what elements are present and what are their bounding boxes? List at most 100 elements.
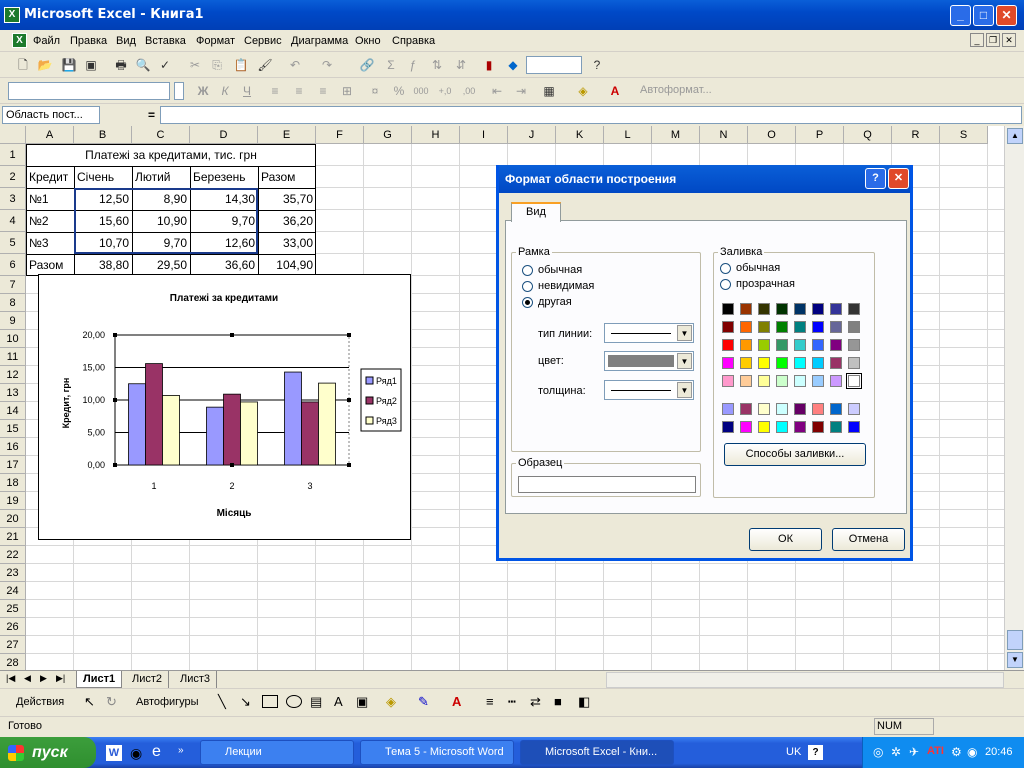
color-swatch[interactable] <box>830 321 842 333</box>
bar-Ряд2-1[interactable] <box>145 363 163 466</box>
table-cell[interactable]: 38,80 <box>74 254 132 276</box>
color-swatch[interactable] <box>812 403 824 415</box>
color-swatch[interactable] <box>848 303 860 315</box>
border-normal-label[interactable]: обычная <box>538 264 582 276</box>
align-right-icon[interactable]: ≡ <box>314 82 332 100</box>
column-header-N[interactable]: N <box>700 126 748 144</box>
selection-handle[interactable] <box>113 398 117 402</box>
fill-transparent-label[interactable]: прозрачная <box>736 278 795 290</box>
y-tick-label[interactable]: 0,00 <box>87 460 105 470</box>
column-header-O[interactable]: O <box>748 126 796 144</box>
3d-icon[interactable]: ◧ <box>578 694 590 710</box>
row-header-9[interactable]: 9 <box>0 312 26 330</box>
row-header-27[interactable]: 27 <box>0 636 26 654</box>
chart-svg[interactable]: Платежі за кредитами Кредит, грн Місяць … <box>39 275 410 539</box>
table-cell[interactable]: 12,60 <box>190 232 258 254</box>
paste-icon[interactable]: 📋 <box>232 56 250 74</box>
scroll-up-button[interactable]: ▲ <box>1007 128 1023 144</box>
chart-x-axis-label[interactable]: Місяць <box>217 508 252 519</box>
tab-view[interactable]: Вид <box>511 202 561 222</box>
table-header-cell[interactable]: Лютий <box>132 166 190 188</box>
font-select[interactable] <box>8 82 170 100</box>
border-custom-radio[interactable] <box>522 297 533 308</box>
color-swatch[interactable] <box>794 321 806 333</box>
bar-Ряд1-2[interactable] <box>206 406 224 466</box>
table-cell[interactable]: 35,70 <box>258 188 316 210</box>
column-header-Q[interactable]: Q <box>844 126 892 144</box>
table-cell[interactable]: 9,70 <box>190 210 258 232</box>
color-swatch[interactable] <box>740 375 752 387</box>
menu-chart[interactable]: Диаграмма <box>291 35 348 47</box>
row-header-5[interactable]: 5 <box>0 232 26 254</box>
color-swatch[interactable] <box>794 421 806 433</box>
open-icon[interactable]: 📂 <box>36 56 54 74</box>
bar-Ряд3-1[interactable] <box>162 395 180 466</box>
browser-quicklaunch-icon[interactable]: ◉ <box>130 745 142 762</box>
row-header-2[interactable]: 2 <box>0 166 26 188</box>
row-header-16[interactable]: 16 <box>0 438 26 456</box>
color-swatch[interactable] <box>776 303 788 315</box>
row-header-11[interactable]: 11 <box>0 348 26 366</box>
selection-handle[interactable] <box>230 333 234 337</box>
line-icon[interactable]: ╲ <box>218 694 226 710</box>
row-header-4[interactable]: 4 <box>0 210 26 232</box>
new-icon[interactable]: 🗋 <box>14 56 32 74</box>
column-header-C[interactable]: C <box>132 126 190 144</box>
language-indicator[interactable]: UK <box>786 746 801 758</box>
table-cell[interactable]: 12,50 <box>74 188 132 210</box>
row-header-3[interactable]: 3 <box>0 188 26 210</box>
color-swatch[interactable] <box>812 375 824 387</box>
save-icon[interactable]: 💾 <box>60 56 78 74</box>
chart-y-axis-label[interactable]: Кредит, грн <box>61 378 71 429</box>
column-header-I[interactable]: I <box>460 126 508 144</box>
menu-edit[interactable]: Правка <box>70 35 107 47</box>
format-painter-icon[interactable]: 🖌 <box>256 56 274 74</box>
legend-swatch[interactable] <box>365 376 374 385</box>
row-header-10[interactable]: 10 <box>0 330 26 348</box>
ok-button[interactable]: ОК <box>749 528 822 551</box>
y-tick-label[interactable]: 10,00 <box>82 395 105 405</box>
insert-picture-icon[interactable]: ▣ <box>356 694 368 710</box>
permission-icon[interactable]: ▣ <box>82 56 100 74</box>
legend-swatch[interactable] <box>365 396 374 405</box>
select-all-corner[interactable] <box>0 126 26 144</box>
column-header-R[interactable]: R <box>892 126 940 144</box>
row-header-7[interactable]: 7 <box>0 276 26 294</box>
task-word[interactable]: Тема 5 - Microsoft Word <box>360 740 514 765</box>
draw-font-color-icon[interactable]: A <box>452 694 461 709</box>
task-excel[interactable]: Microsoft Excel - Кни... <box>520 740 674 765</box>
menu-view[interactable]: Вид <box>116 35 136 47</box>
fill-effects-button[interactable]: Способы заливки... <box>724 443 866 466</box>
color-swatch[interactable] <box>740 303 752 315</box>
color-swatch[interactable] <box>848 339 860 351</box>
color-swatch[interactable] <box>758 357 770 369</box>
line-thickness-select[interactable]: ▼ <box>604 380 694 400</box>
color-swatch[interactable] <box>848 403 860 415</box>
color-swatch[interactable] <box>758 403 770 415</box>
autoshapes-menu[interactable]: Автофигуры <box>136 696 199 708</box>
tray-icon-3[interactable]: ✈ <box>909 745 919 759</box>
selection-handle[interactable] <box>347 398 351 402</box>
row-header-13[interactable]: 13 <box>0 384 26 402</box>
x-tick-label[interactable]: 1 <box>151 481 156 491</box>
fill-transparent-radio[interactable] <box>720 279 731 290</box>
row-header-19[interactable]: 19 <box>0 492 26 510</box>
column-header-B[interactable]: B <box>74 126 132 144</box>
row-header-14[interactable]: 14 <box>0 402 26 420</box>
color-swatch[interactable] <box>776 403 788 415</box>
outdent-icon[interactable]: ⇤ <box>488 82 506 100</box>
color-swatch[interactable] <box>812 321 824 333</box>
color-swatch[interactable] <box>794 357 806 369</box>
row-header-15[interactable]: 15 <box>0 420 26 438</box>
color-swatch[interactable] <box>848 421 860 433</box>
draw-actions-menu[interactable]: Действия <box>16 696 64 708</box>
row-header-26[interactable]: 26 <box>0 618 26 636</box>
table-cell[interactable]: 104,90 <box>258 254 316 276</box>
shadow-icon[interactable]: ■ <box>554 694 562 709</box>
row-header-6[interactable]: 6 <box>0 254 26 276</box>
border-none-radio[interactable] <box>522 281 533 292</box>
row-header-18[interactable]: 18 <box>0 474 26 492</box>
sort-asc-icon[interactable]: ⇅ <box>428 56 446 74</box>
selection-handle[interactable] <box>347 333 351 337</box>
bar-Ряд1-3[interactable] <box>284 371 302 466</box>
